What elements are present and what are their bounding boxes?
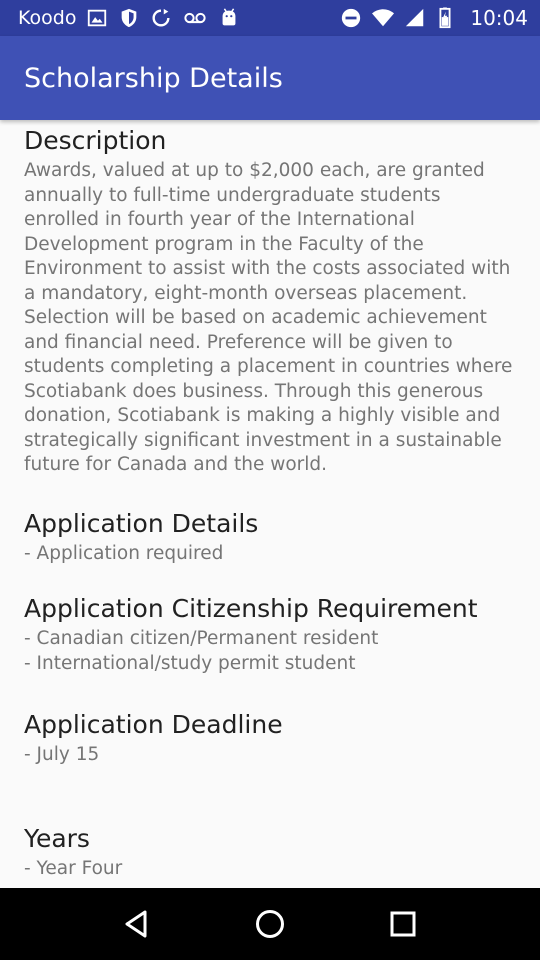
- citizenship-section: Application Citizenship Requirement - Ca…: [24, 593, 516, 676]
- status-time: 10:04: [470, 6, 528, 30]
- voicemail-icon: [182, 7, 208, 29]
- list-item: - Application required: [24, 542, 224, 564]
- carrier-name: Koodo: [18, 7, 77, 29]
- list-item: - Canadian citizen/Permanent resident: [24, 628, 379, 649]
- description-heading: Description: [24, 126, 167, 155]
- deadline-heading: Application Deadline: [24, 710, 283, 739]
- shield-icon: [118, 7, 140, 29]
- recents-icon[interactable]: [379, 900, 427, 948]
- citizenship-heading: Application Citizenship Requirement: [24, 594, 478, 623]
- status-bar: Koodo 10:04: [0, 0, 540, 36]
- do-not-disturb-icon: [340, 7, 362, 29]
- battery-icon: [434, 7, 456, 29]
- wifi-icon: [370, 7, 396, 29]
- years-heading: Years: [24, 823, 90, 853]
- app-bar: Scholarship Details: [0, 36, 540, 120]
- home-icon[interactable]: [246, 900, 294, 948]
- years-section: Years - Year Four: [24, 823, 516, 882]
- description-text: Awards, valued at up to $2,000 each, are…: [24, 160, 513, 475]
- application-details-heading: Application Details: [24, 508, 259, 538]
- list-item: - International/study permit student: [24, 652, 356, 674]
- back-icon[interactable]: [113, 900, 161, 948]
- list-item: - July 15: [24, 744, 100, 765]
- navigation-bar: [0, 888, 540, 960]
- android-icon: [218, 7, 240, 29]
- sync-icon: [150, 7, 172, 29]
- deadline-section: Application Deadline - July 15: [24, 709, 516, 768]
- signal-icon: [404, 7, 426, 29]
- application-details-section: Application Details - Application requir…: [24, 508, 516, 567]
- description-section: Description Awards, valued at up to $2,0…: [24, 120, 516, 478]
- page-title: Scholarship Details: [24, 62, 283, 94]
- image-icon: [86, 7, 108, 29]
- scholarship-details-content[interactable]: Description Awards, valued at up to $2,0…: [0, 120, 540, 888]
- list-item: - Year Four: [24, 857, 123, 879]
